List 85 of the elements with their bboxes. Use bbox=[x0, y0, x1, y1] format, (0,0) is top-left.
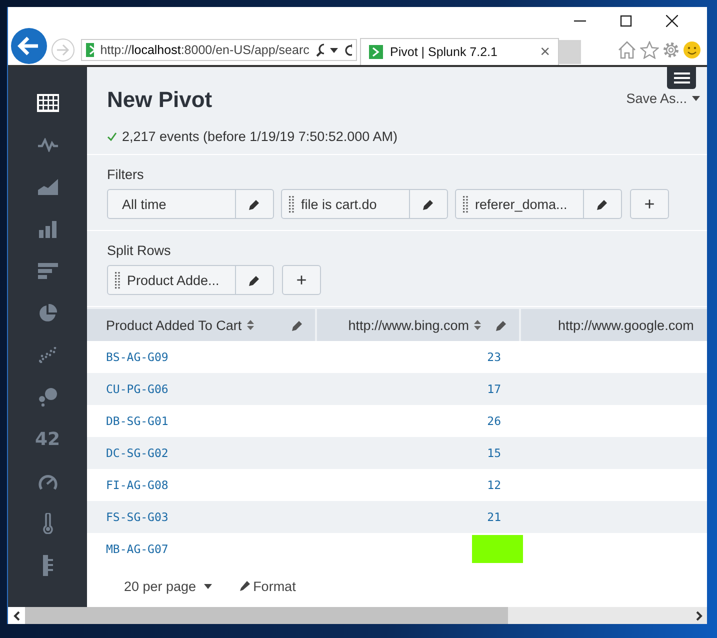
add-button[interactable]: + bbox=[282, 265, 321, 295]
section-label: Split Rows bbox=[107, 243, 172, 258]
close-icon[interactable] bbox=[666, 15, 678, 27]
pencil-icon[interactable] bbox=[292, 320, 303, 330]
page-title: New Pivot bbox=[107, 87, 212, 113]
section-label: Filters bbox=[107, 167, 145, 182]
count-cell[interactable]: 21 bbox=[487, 510, 501, 524]
filter-pill[interactable]: Product Adde... bbox=[107, 265, 274, 295]
chevron-right-icon[interactable] bbox=[694, 610, 702, 620]
pencil-icon[interactable] bbox=[496, 320, 507, 330]
menu-icon bbox=[674, 72, 690, 84]
area-chart-icon[interactable] bbox=[38, 179, 58, 195]
column-header[interactable]: Product Added To Cart bbox=[87, 309, 316, 341]
table-icon[interactable] bbox=[36, 94, 58, 112]
search-icon[interactable] bbox=[316, 43, 324, 57]
chevron-left-icon[interactable] bbox=[12, 610, 20, 620]
home-icon[interactable] bbox=[617, 41, 637, 59]
single-value-icon[interactable]: 42 bbox=[34, 428, 60, 450]
format-button[interactable]: Format bbox=[240, 578, 296, 594]
gauge-icon[interactable] bbox=[38, 472, 58, 490]
url-text: http://localhost:8000/en-US/app/searc bbox=[100, 43, 310, 57]
pie-chart-icon[interactable] bbox=[38, 304, 57, 322]
back-button[interactable] bbox=[10, 27, 48, 65]
caret-icon[interactable] bbox=[330, 48, 338, 52]
filter-pill[interactable]: referer_doma... bbox=[455, 189, 622, 219]
column-title: http://www.google.com bbox=[558, 318, 694, 332]
filter-label: referer_doma... bbox=[475, 196, 568, 212]
pencil-icon bbox=[249, 274, 260, 286]
count-cell[interactable]: 23 bbox=[487, 350, 501, 364]
maximize-icon[interactable] bbox=[620, 15, 632, 27]
column-title: Product Added To Cart bbox=[106, 318, 242, 332]
count-cell[interactable]: 15 bbox=[487, 446, 501, 460]
tab-close-button[interactable]: × bbox=[540, 42, 550, 62]
count-cell[interactable]: 26 bbox=[487, 414, 501, 428]
column-title: http://www.bing.com bbox=[348, 318, 469, 332]
sort-icon[interactable] bbox=[474, 320, 481, 330]
star-icon[interactable] bbox=[640, 41, 659, 59]
product-cell[interactable]: DB-SG-G01 bbox=[106, 414, 168, 428]
product-cell[interactable]: CU-PG-G06 bbox=[106, 382, 168, 396]
product-cell[interactable]: BS-AG-G09 bbox=[106, 350, 168, 364]
line-chart-icon[interactable] bbox=[38, 138, 58, 152]
pencil-icon bbox=[249, 198, 260, 210]
thermometer-icon[interactable] bbox=[42, 512, 54, 534]
product-cell[interactable]: DC-SG-G02 bbox=[106, 446, 168, 460]
product-cell[interactable]: MB-AG-G07 bbox=[106, 542, 168, 556]
check-icon bbox=[107, 132, 117, 141]
filter-label: file is cart.do bbox=[301, 196, 377, 212]
column-chart-icon[interactable] bbox=[38, 220, 56, 238]
column-header[interactable]: http://www.bing.com bbox=[316, 309, 520, 341]
menu-button[interactable] bbox=[667, 67, 696, 89]
event-count-text: 2,217 events (before 1/19/19 7:50:52.000 AM) bbox=[122, 129, 398, 144]
prompt-icon bbox=[86, 43, 94, 57]
scrollbar-thumb[interactable] bbox=[25, 607, 508, 624]
prompt-icon bbox=[369, 45, 383, 59]
pencil-icon bbox=[597, 198, 608, 210]
filter-label: Product Adde... bbox=[127, 272, 220, 288]
smiley-icon[interactable] bbox=[683, 41, 701, 59]
pencil-icon bbox=[423, 198, 434, 210]
add-button[interactable]: + bbox=[630, 189, 669, 219]
save-as-button[interactable]: Save As... bbox=[626, 90, 700, 106]
bar-chart-icon[interactable] bbox=[38, 263, 58, 279]
brush-icon bbox=[240, 581, 250, 591]
count-cell[interactable]: 17 bbox=[487, 382, 501, 396]
scatter-chart-icon[interactable] bbox=[38, 347, 56, 363]
drag-handle-icon[interactable] bbox=[115, 272, 120, 288]
refresh-icon[interactable] bbox=[344, 44, 352, 56]
ruler-icon[interactable] bbox=[42, 554, 52, 576]
filter-pill[interactable]: file is cart.do bbox=[281, 189, 448, 219]
caret-icon bbox=[692, 96, 700, 102]
per-page-dropdown[interactable]: 20 per page bbox=[124, 578, 212, 594]
address-bar[interactable]: http://localhost:8000/en-US/app/searc bbox=[81, 39, 357, 61]
tab-title: Pivot | Splunk 7.2.1 bbox=[390, 45, 498, 59]
settings-icon[interactable] bbox=[662, 41, 680, 59]
product-cell[interactable]: FS-SG-G03 bbox=[106, 510, 168, 524]
browser-tab[interactable]: Pivot | Splunk 7.2.1 × bbox=[360, 38, 559, 65]
filter-pill[interactable]: All time bbox=[107, 189, 274, 219]
column-header[interactable]: http://www.google.com bbox=[520, 309, 707, 341]
caret-icon bbox=[204, 584, 212, 588]
filter-label: All time bbox=[121, 196, 166, 212]
product-cell[interactable]: FI-AG-G08 bbox=[106, 478, 168, 492]
bubble-chart-icon[interactable] bbox=[38, 387, 58, 407]
sort-icon[interactable] bbox=[246, 320, 254, 330]
count-cell[interactable]: 12 bbox=[487, 478, 501, 492]
drag-handle-icon[interactable] bbox=[463, 196, 468, 212]
drag-handle-icon[interactable] bbox=[289, 196, 294, 212]
